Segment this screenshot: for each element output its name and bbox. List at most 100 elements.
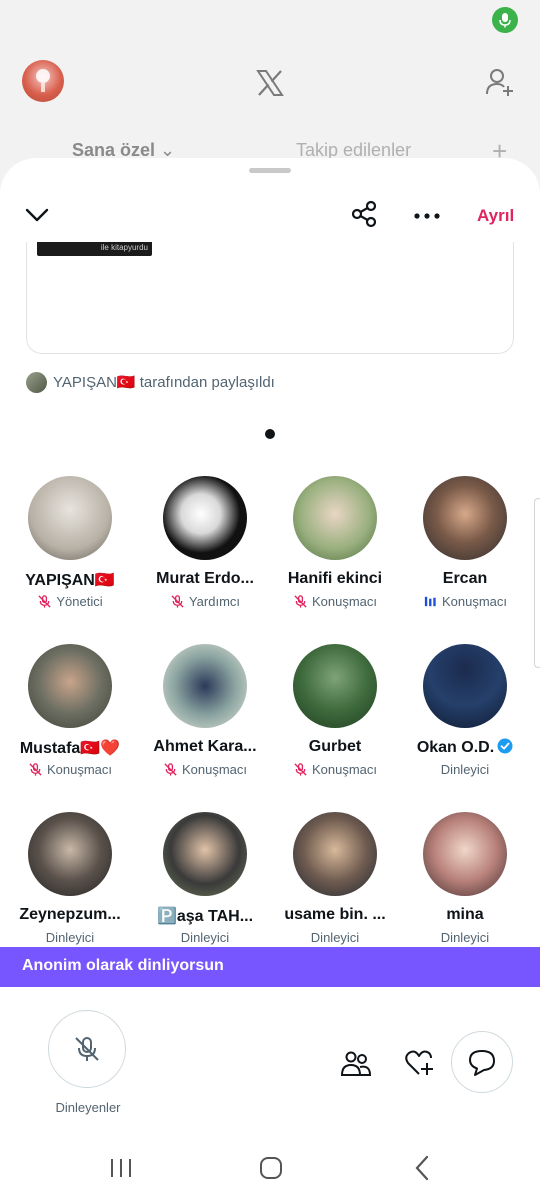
- participant-card[interactable]: Okan O.D. Dinleyici: [400, 644, 530, 804]
- mic-off-icon: [75, 1037, 99, 1061]
- back-icon[interactable]: [412, 1155, 432, 1181]
- participant-avatar[interactable]: [28, 476, 112, 560]
- participant-avatar[interactable]: [293, 476, 377, 560]
- participant-role: Yardımcı: [140, 594, 270, 609]
- participant-card[interactable]: mina Dinleyici: [400, 812, 530, 948]
- participant-role: Konuşmacı: [140, 762, 270, 777]
- participant-card[interactable]: Hanifi ekinci Konuşmacı: [270, 476, 400, 636]
- mic-off-icon: [164, 763, 177, 776]
- participant-card[interactable]: usame bin. ... Dinleyici: [270, 812, 400, 948]
- participant-role-text: Dinleyici: [45, 930, 95, 945]
- participant-card[interactable]: YAPIŞAN🇹🇷 Yönetici: [5, 476, 135, 636]
- participant-name: Murat Erdo...: [140, 570, 270, 588]
- participant-name-text: 🅿️aşa TAH...: [156, 908, 254, 925]
- system-nav-bar: [0, 1140, 540, 1200]
- react-heart-icon[interactable]: [404, 1048, 434, 1078]
- participant-avatar[interactable]: [163, 644, 247, 728]
- leave-button[interactable]: Ayrıl: [477, 206, 514, 226]
- sheet-grabber[interactable]: [249, 168, 291, 173]
- mic-off-icon: [294, 763, 307, 776]
- participant-name: YAPIŞAN🇹🇷: [5, 570, 135, 590]
- background-app-header: Sana özel ⌄ Takip edilenler +: [0, 0, 540, 180]
- participant-avatar[interactable]: [163, 476, 247, 560]
- participant-avatar[interactable]: [423, 644, 507, 728]
- participant-name: Mustafa🇹🇷❤️: [5, 738, 135, 758]
- mic-off-icon: [38, 595, 51, 608]
- recent-apps-icon[interactable]: [108, 1156, 134, 1180]
- participant-avatar[interactable]: [293, 644, 377, 728]
- participant-avatar[interactable]: [423, 812, 507, 896]
- participant-role: Yönetici: [5, 594, 135, 609]
- participant-name: Zeynepzum...: [5, 906, 135, 924]
- participant-name: Okan O.D.: [400, 738, 530, 757]
- participant-name: usame bin. ...: [270, 906, 400, 924]
- participant-role: Dinleyici: [400, 930, 530, 945]
- participant-card[interactable]: Gurbet Konuşmacı: [270, 644, 400, 804]
- shared-by-text: YAPIŞAN🇹🇷 tarafından paylaşıldı: [53, 374, 275, 391]
- participant-avatar[interactable]: [28, 812, 112, 896]
- mic-off-icon: [294, 595, 307, 608]
- participant-name-text: Mustafa🇹🇷❤️: [19, 740, 121, 757]
- shared-post-card[interactable]: ile kitapyurdu: [26, 242, 514, 354]
- participant-role-text: Konuşmacı: [311, 594, 378, 609]
- space-toolbar: Ayrıl: [0, 194, 540, 238]
- share-icon[interactable]: [350, 200, 378, 228]
- participant-card[interactable]: 🅿️aşa TAH... Dinleyici: [140, 812, 270, 948]
- participant-card[interactable]: Mustafa🇹🇷❤️ Konuşmacı: [5, 644, 135, 804]
- participant-role-text: Konuşmacı: [311, 762, 378, 777]
- participant-name: Ercan: [400, 570, 530, 588]
- participant-role-text: Dinleyici: [180, 930, 230, 945]
- chevron-down-icon[interactable]: [24, 202, 50, 228]
- participant-card[interactable]: Murat Erdo... Yardımcı: [140, 476, 270, 636]
- participant-role-text: Dinleyici: [310, 930, 360, 945]
- participant-role: Konuşmacı: [5, 762, 135, 777]
- participant-role: Dinleyici: [140, 930, 270, 945]
- participant-name: 🅿️aşa TAH...: [140, 906, 270, 926]
- participant-card[interactable]: Ercan Konuşmacı: [400, 476, 530, 636]
- participant-name-text: Zeynepzum...: [19, 906, 121, 923]
- participant-name-text: mina: [446, 906, 484, 923]
- participant-card[interactable]: Ahmet Kara... Konuşmacı: [140, 644, 270, 804]
- more-options-icon[interactable]: [413, 202, 441, 230]
- x-logo-icon: [256, 70, 284, 96]
- chat-button[interactable]: [451, 1031, 513, 1093]
- participant-name-text: YAPIŞAN🇹🇷: [25, 572, 115, 589]
- participant-name-text: usame bin. ...: [284, 906, 386, 923]
- participant-name-text: Gurbet: [308, 738, 362, 755]
- participant-name: Ahmet Kara...: [140, 738, 270, 756]
- participant-role: Konuşmacı: [400, 594, 530, 609]
- participant-role: Konuşmacı: [270, 762, 400, 777]
- participant-avatar[interactable]: [423, 476, 507, 560]
- profile-avatar[interactable]: [22, 60, 64, 102]
- add-user-icon[interactable]: [484, 66, 516, 98]
- participant-role-text: Yönetici: [56, 594, 103, 609]
- participant-avatar[interactable]: [293, 812, 377, 896]
- participant-role: Dinleyici: [400, 762, 530, 777]
- mic-button[interactable]: [48, 1010, 126, 1088]
- participant-role-text: Konuşmacı: [441, 594, 508, 609]
- participants-icon[interactable]: [340, 1047, 372, 1079]
- participant-avatar[interactable]: [163, 812, 247, 896]
- participant-role-text: Yardımcı: [188, 594, 241, 609]
- speaking-bars-icon: [424, 596, 436, 607]
- participant-card[interactable]: Zeynepzum... Dinleyici: [5, 812, 135, 948]
- mic-off-icon: [171, 595, 184, 608]
- participant-name: mina: [400, 906, 530, 924]
- participant-name-text: Murat Erdo...: [156, 570, 254, 587]
- page-indicator-dot: [265, 429, 275, 439]
- space-sheet: Ayrıl ile kitapyurdu YAPIŞAN🇹🇷 tarafında…: [0, 158, 540, 1200]
- shared-media-thumbnail: ile kitapyurdu: [37, 242, 152, 256]
- participant-role-text: Dinleyici: [440, 762, 490, 777]
- space-controls: Dinleyenler: [0, 987, 540, 1117]
- participant-role-text: Konuşmacı: [181, 762, 248, 777]
- participant-role: Dinleyici: [5, 930, 135, 945]
- mic-off-icon: [29, 763, 42, 776]
- participant-name-text: Okan O.D.: [416, 739, 495, 756]
- mic-label: Dinleyenler: [55, 1100, 121, 1115]
- participants-grid: YAPIŞAN🇹🇷 Yönetici Murat Erdo... Yardımcı Ha…: [0, 476, 540, 948]
- participant-role-text: Dinleyici: [440, 930, 490, 945]
- participant-role-text: Konuşmacı: [46, 762, 113, 777]
- participant-role: Dinleyici: [270, 930, 400, 945]
- home-icon[interactable]: [259, 1156, 283, 1180]
- participant-avatar[interactable]: [28, 644, 112, 728]
